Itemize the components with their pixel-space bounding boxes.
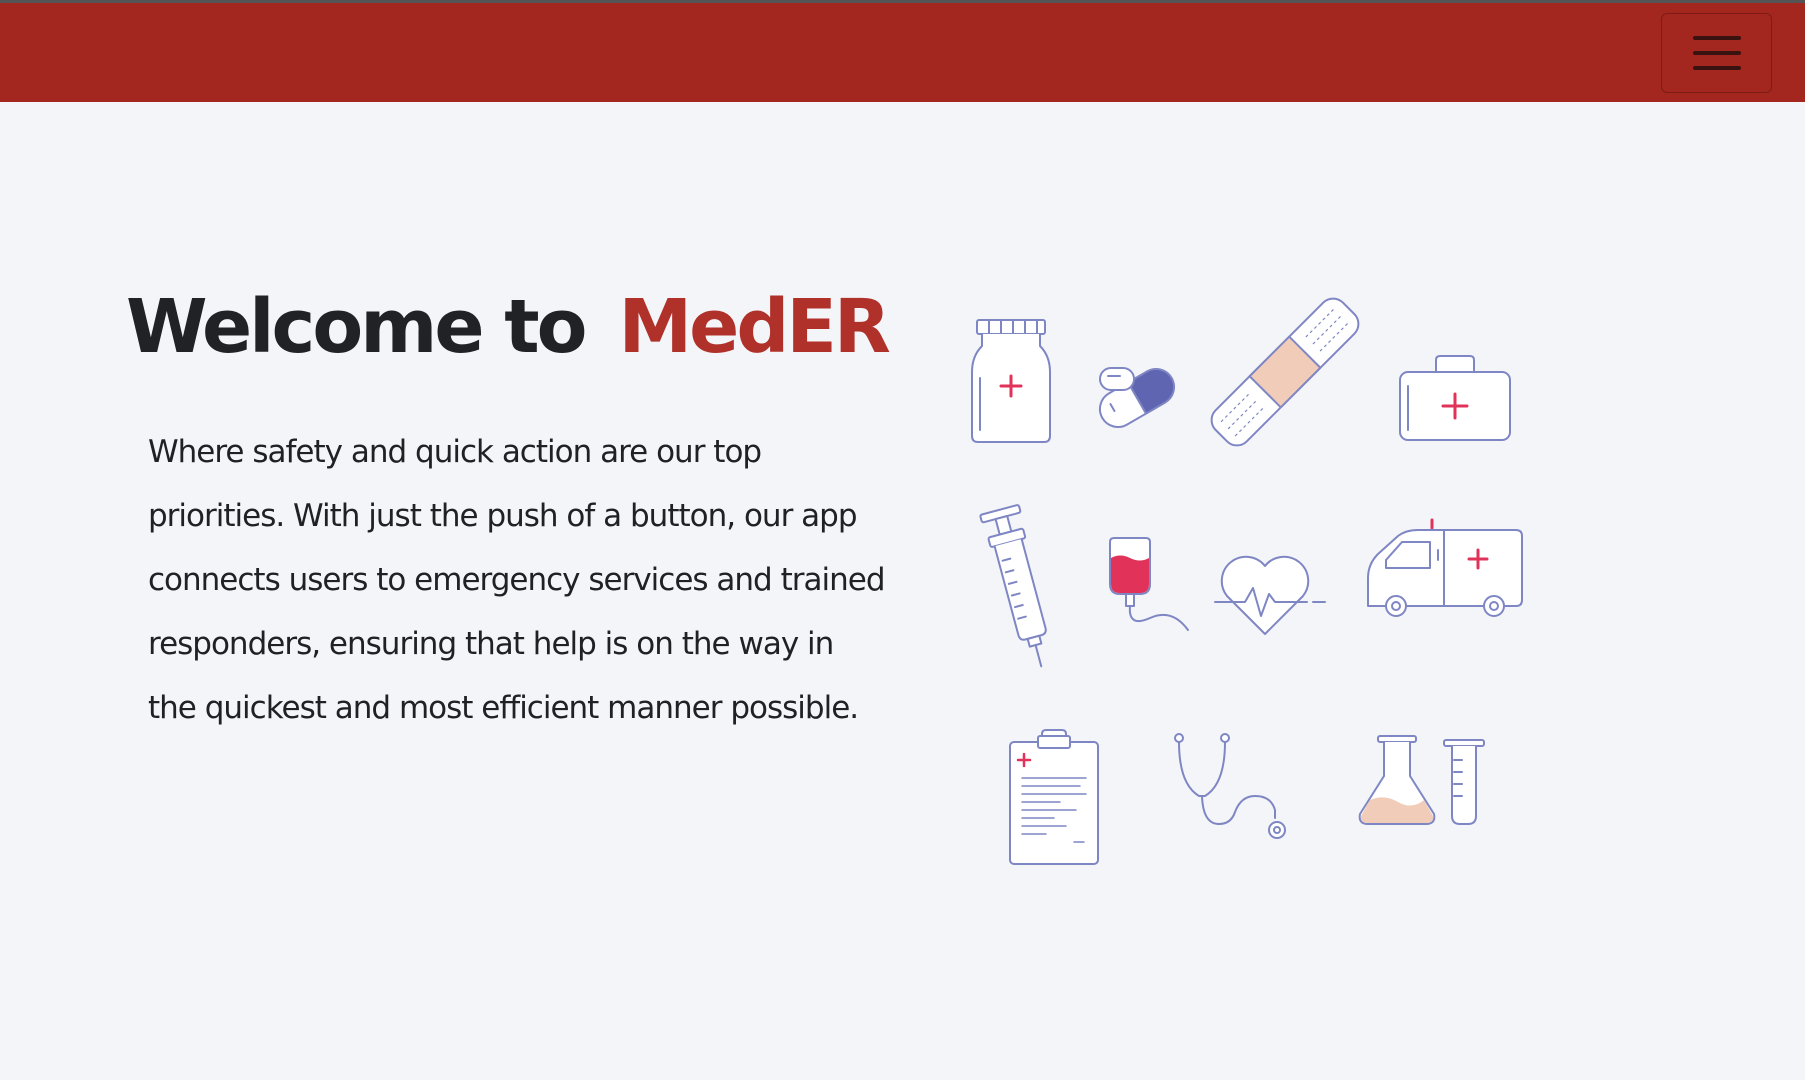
brand-name: MedER [618, 284, 891, 370]
bandage-icon [1210, 297, 1360, 447]
first-aid-kit-icon [1399, 355, 1511, 441]
menu-toggle-button[interactable] [1661, 13, 1772, 93]
medicine-bottle-icon [971, 319, 1051, 443]
hamburger-menu-icon-bar [1693, 51, 1741, 55]
lab-flask-icon [1358, 735, 1485, 825]
heartbeat-icon [1214, 555, 1326, 635]
hero-title: Welcome to MedER [126, 290, 891, 364]
blood-bag-icon [1109, 537, 1189, 631]
top-navbar [0, 0, 1805, 102]
hero-description: Where safety and quick action are our to… [148, 434, 886, 726]
medical-illustration [950, 297, 1550, 870]
ambulance-icon [1367, 518, 1523, 617]
stethoscope-icon [1174, 733, 1286, 839]
syringe-icon [979, 504, 1047, 668]
hamburger-menu-icon-bar [1693, 66, 1741, 70]
hamburger-menu-icon [1693, 36, 1741, 40]
hero-title-prefix: Welcome to [126, 284, 588, 370]
clipboard-icon [1009, 729, 1099, 865]
